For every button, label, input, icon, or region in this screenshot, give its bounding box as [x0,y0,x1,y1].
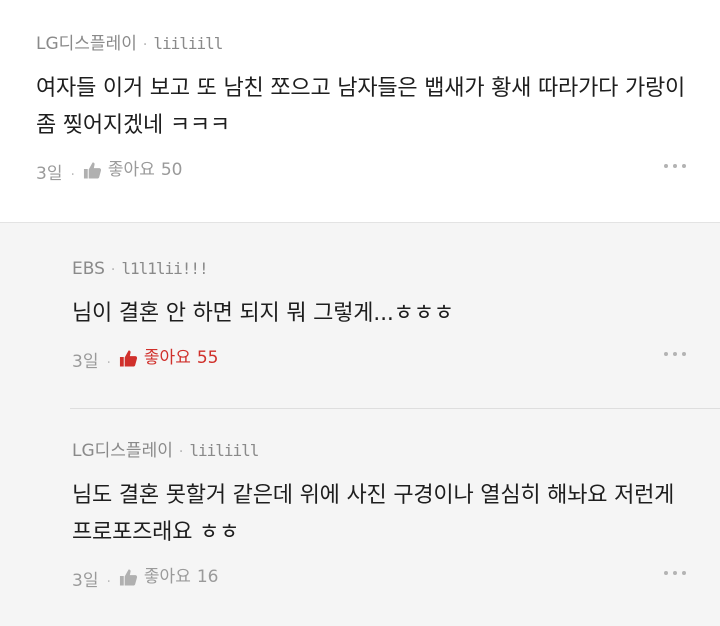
separator-dot: · [110,262,116,278]
reply-list: EBS · l1l1lii!!! 님이 결혼 안 하면 되지 뭐 그렇게...ㅎㅎㅎ… [0,222,720,626]
author-nickname[interactable]: liiliill [153,34,223,53]
like-label: 좋아요 [143,348,191,368]
comment-time: 3일 [36,164,63,184]
author-name[interactable]: LG디스플레이 [36,34,137,54]
comment-actions: 3일 · 좋아요 50 [36,158,720,184]
more-options-button[interactable] [664,571,686,575]
reply-comment: EBS · l1l1lii!!! 님이 결혼 안 하면 되지 뭐 그렇게...ㅎㅎㅎ… [0,223,720,408]
thumbs-up-icon [83,162,101,179]
author-nickname[interactable]: liiliill [189,441,259,460]
author-name[interactable]: LG디스플레이 [72,441,173,461]
like-button[interactable]: 좋아요 55 [119,346,219,370]
like-count: 16 [196,567,219,587]
comment-actions: 3일 · 좋아요 16 [72,565,720,591]
author-name[interactable]: EBS [72,259,105,279]
comment-actions: 3일 · 좋아요 55 [72,346,720,372]
more-options-button[interactable] [664,352,686,356]
separator-dot: · [142,37,148,53]
thumbs-up-icon [119,350,137,367]
thumbs-up-icon [119,569,137,586]
like-button[interactable]: 좋아요 50 [83,158,183,182]
like-count: 55 [196,348,219,368]
like-label: 좋아요 [107,160,155,180]
like-button[interactable]: 좋아요 16 [119,565,219,589]
separator-dot: · [106,574,111,590]
separator-dot: · [70,167,75,183]
reply-comment: LG디스플레이 · liiliill 님도 결혼 못할거 같은데 위에 사진 구경이… [0,409,720,626]
comment-meta: LG디스플레이 · liiliill [36,32,720,56]
more-options-button[interactable] [664,164,686,168]
like-label: 좋아요 [143,567,191,587]
comment-text: 님도 결혼 못할거 같은데 위에 사진 구경이나 열심히 해놔요 저런게 프로포… [72,483,675,545]
comment-meta: LG디스플레이 · liiliill [72,439,720,463]
like-count: 50 [160,160,183,180]
comment: LG디스플레이 · liiliill 여자들 이거 보고 또 남친 쪼으고 남자들은… [0,0,720,222]
separator-dot: · [178,444,184,460]
comment-time: 3일 [72,352,99,372]
author-nickname[interactable]: l1l1lii!!! [121,259,208,278]
comment-text: 여자들 이거 보고 또 남친 쪼으고 남자들은 뱁새가 황새 따라가다 가랑이 … [36,76,686,138]
comment-meta: EBS · l1l1lii!!! [72,257,720,281]
comment-time: 3일 [72,571,99,591]
separator-dot: · [106,355,111,371]
comment-text: 님이 결혼 안 하면 되지 뭐 그렇게...ㅎㅎㅎ [72,301,454,326]
